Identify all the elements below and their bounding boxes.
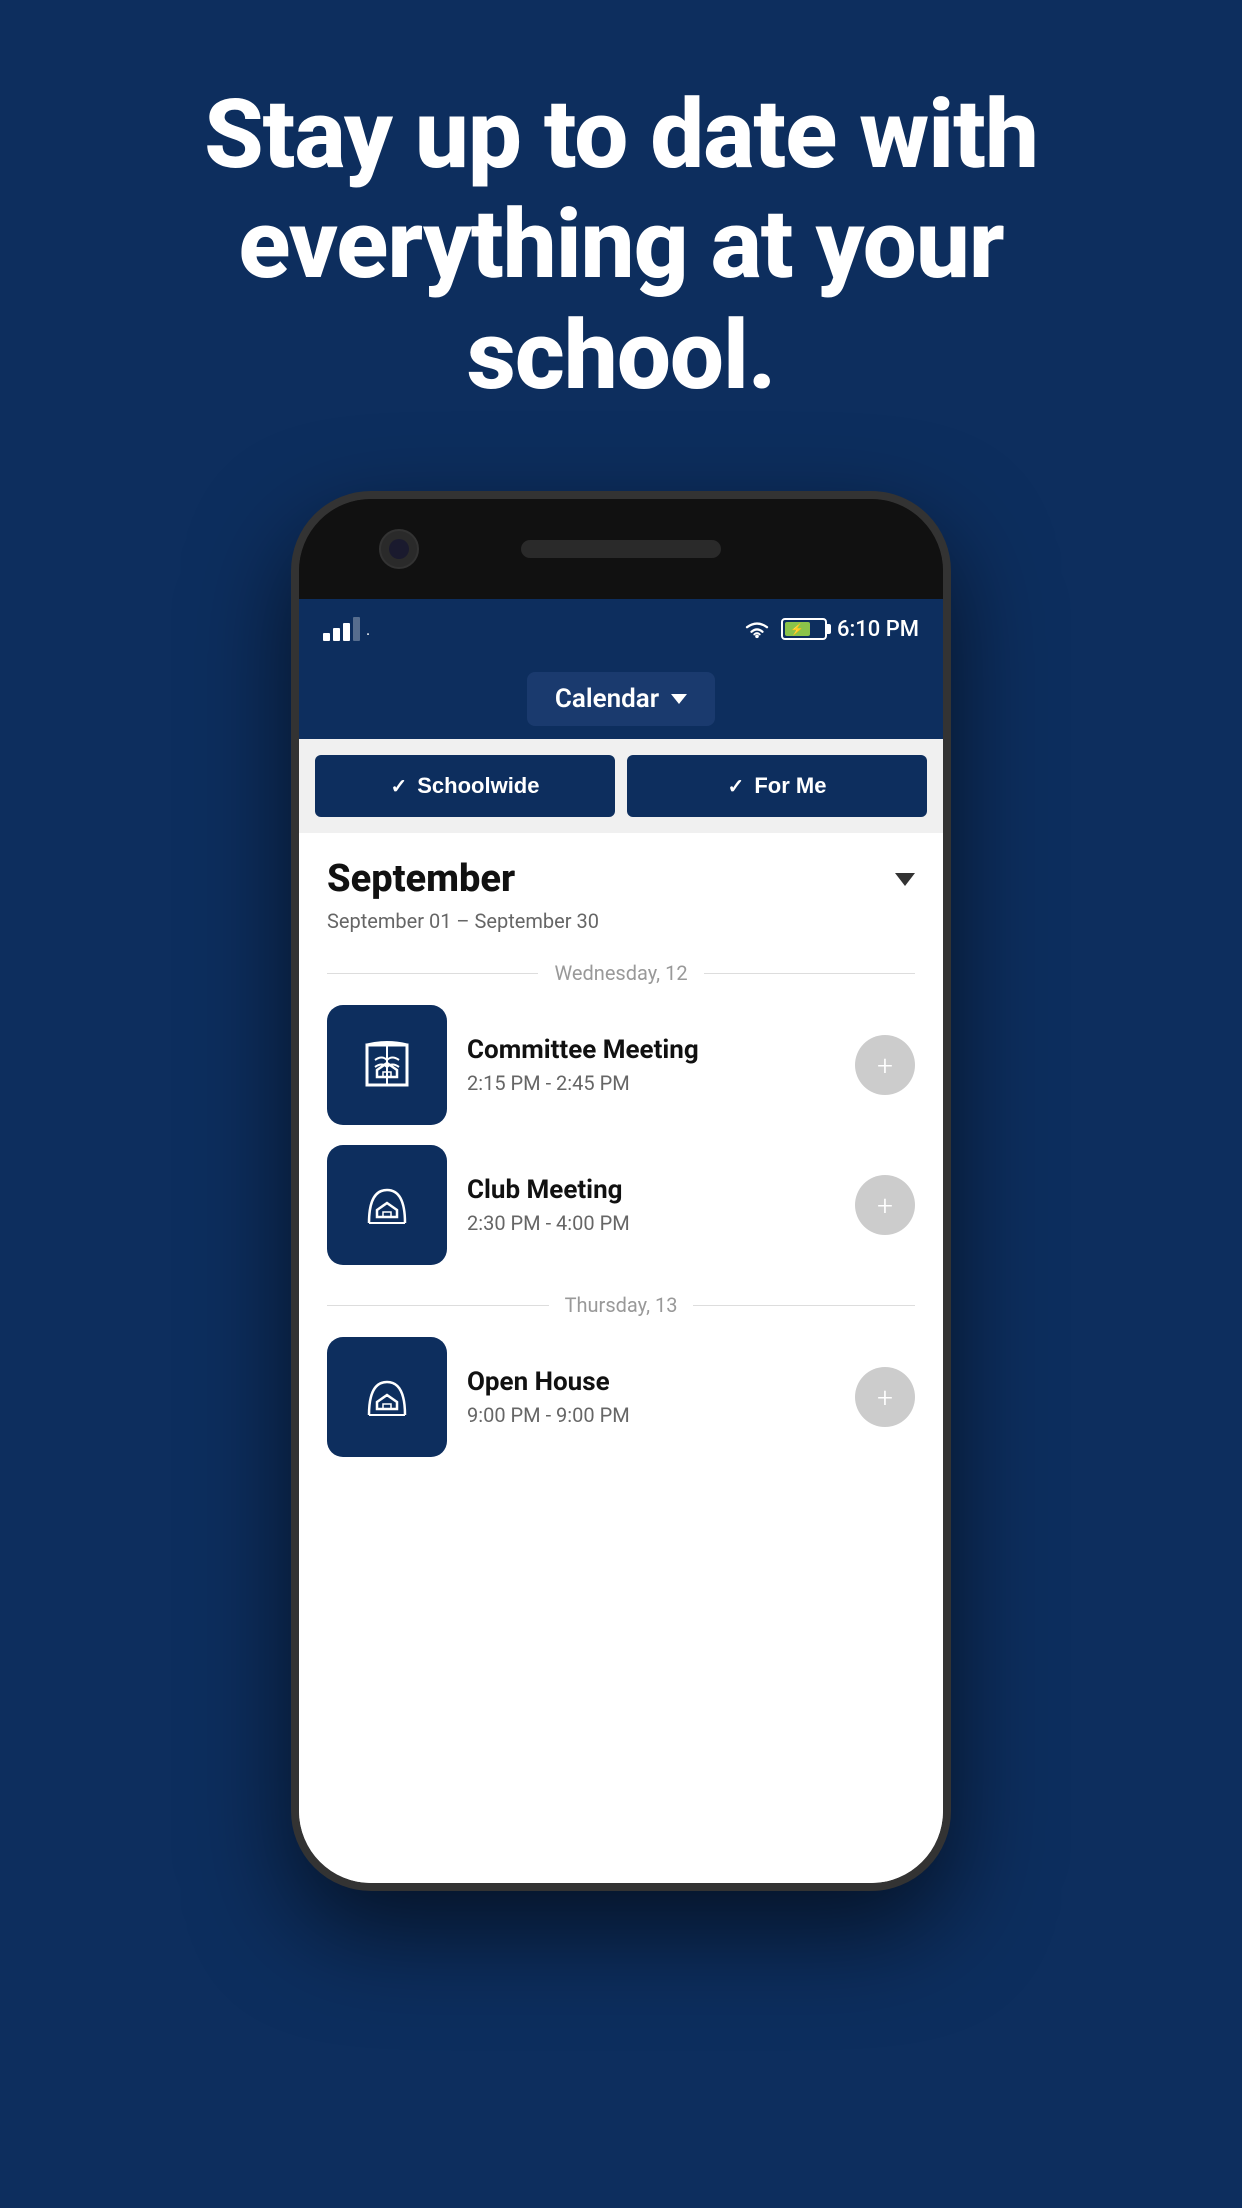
event-title-open-house: Open House <box>467 1367 835 1397</box>
event-time-club: 2:30 PM - 4:00 PM <box>467 1211 835 1235</box>
add-button-club[interactable]: + <box>855 1175 915 1235</box>
filter-for-me[interactable]: ✓ For Me <box>627 755 927 817</box>
book-icon-committee <box>357 1035 417 1095</box>
phone-screen: ✓ Schoolwide ✓ For Me September Septembe… <box>299 739 943 1891</box>
check-icon-for-me: ✓ <box>728 774 745 799</box>
event-time-committee: 2:15 PM - 2:45 PM <box>467 1071 835 1095</box>
status-bar: . ⚡ 6:10 PM <box>299 599 943 659</box>
calendar-content: September September 01 – September 30 We… <box>299 833 943 1891</box>
check-icon-schoolwide: ✓ <box>390 774 407 799</box>
add-icon-club: + <box>877 1189 893 1222</box>
month-title: September <box>327 857 515 901</box>
calendar-dropdown[interactable]: Calendar <box>527 672 715 726</box>
status-time: 6:10 PM <box>837 617 919 642</box>
add-icon-open-house: + <box>877 1381 893 1414</box>
event-time-open-house: 9:00 PM - 9:00 PM <box>467 1403 835 1427</box>
phone-camera-lens <box>389 539 409 559</box>
phone-mockup: . ⚡ 6:10 PM <box>0 471 1242 1891</box>
phone-speaker <box>521 540 721 558</box>
month-header: September <box>327 857 915 901</box>
calendar-label: Calendar <box>555 684 659 714</box>
battery-bolt: ⚡ <box>790 623 804 636</box>
add-button-open-house[interactable]: + <box>855 1367 915 1427</box>
month-range: September 01 – September 30 <box>327 909 915 933</box>
month-dropdown-icon[interactable] <box>895 873 915 886</box>
filter-bar: ✓ Schoolwide ✓ For Me <box>299 739 943 833</box>
event-info-club: Club Meeting 2:30 PM - 4:00 PM <box>467 1175 835 1235</box>
event-title-committee: Committee Meeting <box>467 1035 835 1065</box>
event-icon-committee <box>327 1005 447 1125</box>
filter-schoolwide[interactable]: ✓ Schoolwide <box>315 755 615 817</box>
day-label-wed: Wednesday, 12 <box>554 961 687 985</box>
battery-icon: ⚡ <box>781 618 827 640</box>
status-right: ⚡ 6:10 PM <box>743 617 919 642</box>
add-icon-committee: + <box>877 1049 893 1082</box>
day-separator-thu: Thursday, 13 <box>327 1293 915 1317</box>
separator-thu-right <box>693 1305 915 1306</box>
event-info-open-house: Open House 9:00 PM - 9:00 PM <box>467 1367 835 1427</box>
battery-fill: ⚡ <box>785 622 810 636</box>
phone-top-hardware <box>299 499 943 599</box>
filter-for-me-label: For Me <box>754 773 826 799</box>
app-header: Calendar <box>299 659 943 739</box>
phone-camera <box>379 529 419 569</box>
status-left: . <box>323 617 370 641</box>
day-label-thu: Thursday, 13 <box>565 1293 678 1317</box>
event-open-house: Open House 9:00 PM - 9:00 PM + <box>327 1337 915 1457</box>
wifi-icon <box>743 619 771 639</box>
separator-thu-left <box>327 1305 549 1306</box>
phone-frame: . ⚡ 6:10 PM <box>291 491 951 1891</box>
book-icon-open-house <box>357 1367 417 1427</box>
filter-schoolwide-label: Schoolwide <box>417 773 539 799</box>
event-icon-club <box>327 1145 447 1265</box>
book-icon-club <box>357 1175 417 1235</box>
event-icon-open-house <box>327 1337 447 1457</box>
signal-icon <box>323 617 360 641</box>
event-committee-meeting: Committee Meeting 2:15 PM - 2:45 PM + <box>327 1005 915 1125</box>
carrier-indicator: . <box>366 620 370 639</box>
event-club-meeting: Club Meeting 2:30 PM - 4:00 PM + <box>327 1145 915 1265</box>
event-info-committee: Committee Meeting 2:15 PM - 2:45 PM <box>467 1035 835 1095</box>
day-separator-wed: Wednesday, 12 <box>327 961 915 985</box>
add-button-committee[interactable]: + <box>855 1035 915 1095</box>
chevron-down-icon <box>671 694 687 704</box>
separator-line-left <box>327 973 538 974</box>
separator-line-right <box>704 973 915 974</box>
hero-section: Stay up to date with everything at your … <box>0 0 1242 471</box>
hero-title: Stay up to date with everything at your … <box>80 80 1162 411</box>
event-title-club: Club Meeting <box>467 1175 835 1205</box>
